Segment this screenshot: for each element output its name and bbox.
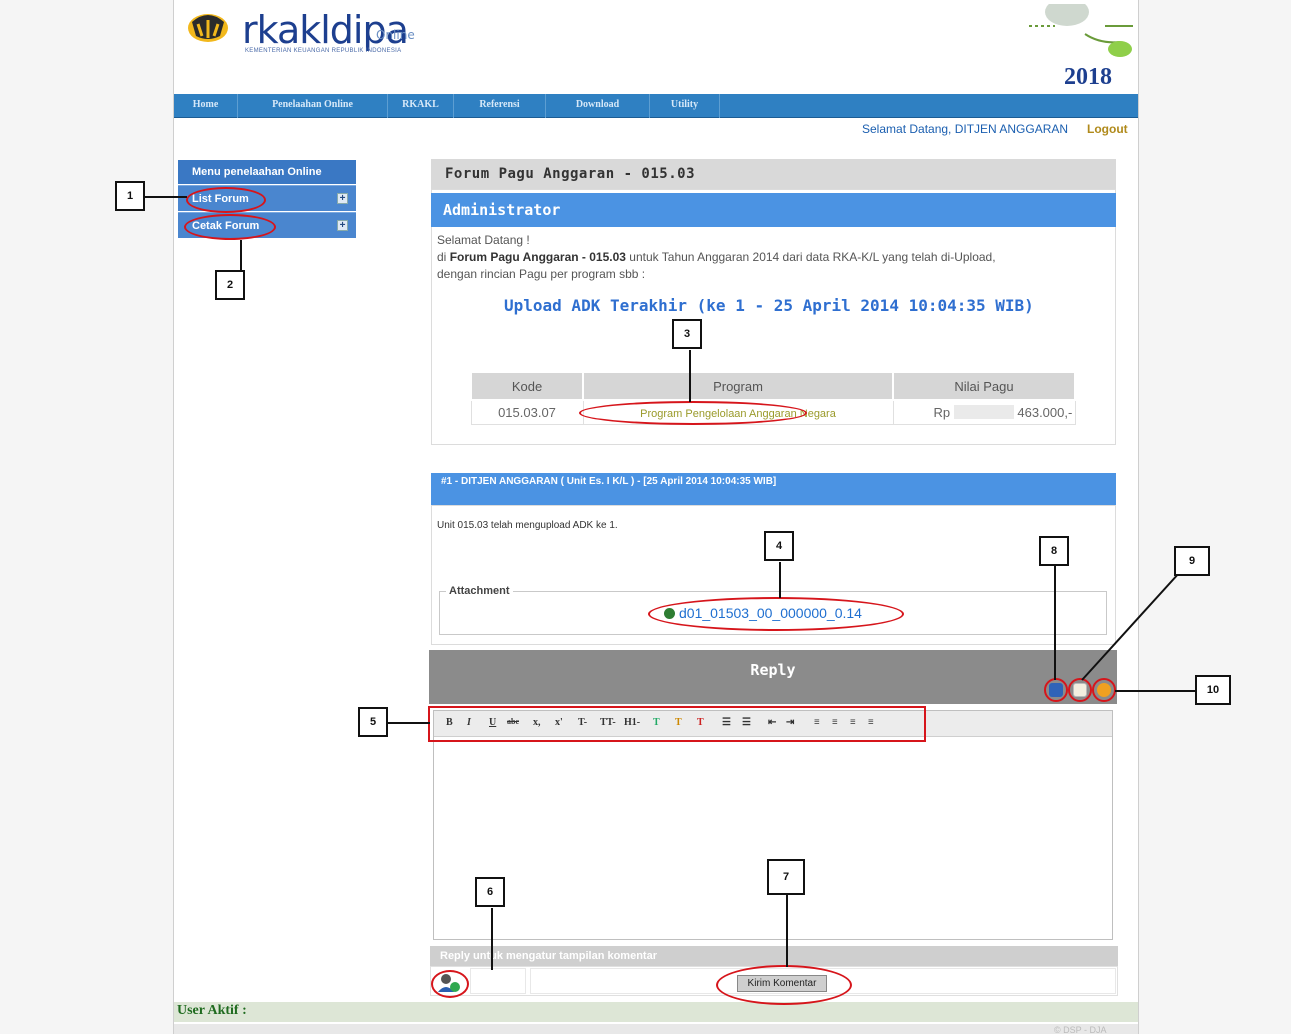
callout-3: 3	[672, 319, 702, 349]
intro-rest: untuk Tahun Anggaran 2014 dari data RKA-…	[629, 250, 996, 264]
cell-nilai: Rp 463.000,-	[892, 399, 1076, 425]
cell-kode: 015.03.07	[470, 399, 584, 425]
administrator-bar: Administrator	[431, 193, 1116, 227]
highlight-rect-toolbar	[428, 706, 926, 742]
callout-2: 2	[215, 270, 245, 300]
reply-hint: Reply untuk mengatur tampilan komentar	[430, 946, 1118, 966]
reply-editor: B I U abc x, x' T- TT- H1- T T T ☰ ☰ ⇤ ⇥…	[433, 710, 1113, 940]
highlight-ellipse-list-forum	[186, 187, 266, 213]
reply-cell	[470, 968, 526, 994]
callout-line-6	[491, 908, 493, 970]
highlight-ellipse-8	[1044, 678, 1068, 702]
post-body: Unit 015.03 telah mengupload ADK ke 1.	[437, 520, 618, 531]
callout-9: 9	[1174, 546, 1210, 576]
col-nilai-pagu: Nilai Pagu	[892, 371, 1076, 401]
globe-mouse-graphic	[1029, 4, 1133, 57]
callout-6: 6	[475, 877, 505, 907]
menu-title: Menu penelaahan Online	[178, 160, 356, 184]
callout-line-7	[786, 893, 788, 967]
nilai-prefix: Rp	[933, 404, 951, 420]
attachment-legend: Attachment	[446, 585, 513, 597]
callout-line-2	[240, 240, 242, 270]
expand-plus-icon[interactable]: +	[337, 193, 348, 204]
ministry-emblem-icon	[188, 14, 228, 42]
intro-line2: di Forum Pagu Anggaran - 015.03 untuk Ta…	[437, 249, 1107, 266]
highlight-ellipse-avatar	[431, 970, 469, 998]
callout-7: 7	[767, 859, 805, 895]
expand-plus-icon[interactable]: +	[337, 220, 348, 231]
callout-5: 5	[358, 707, 388, 737]
year-label: 2018	[1064, 64, 1112, 90]
callout-line-3	[689, 350, 691, 402]
highlight-ellipse-cetak-forum	[184, 214, 276, 240]
col-kode: Kode	[470, 371, 584, 401]
reply-header: Reply	[429, 650, 1117, 704]
callout-4: 4	[764, 531, 794, 561]
callout-1: 1	[115, 181, 145, 211]
user-aktif-bar	[174, 1002, 1138, 1022]
nav-home[interactable]: Home	[174, 94, 238, 118]
highlight-ellipse-program	[579, 401, 807, 425]
intro-forum-name: Forum Pagu Anggaran - 015.03	[449, 250, 626, 264]
nav-penelaahan-online[interactable]: Penelaahan Online	[238, 94, 388, 118]
upload-adk-title: Upload ADK Terakhir (ke 1 - 25 April 201…	[504, 296, 1034, 315]
intro-greeting: Selamat Datang !	[437, 233, 530, 247]
callout-line-8	[1054, 566, 1056, 680]
reply-title: Reply	[750, 661, 796, 679]
welcome-text: Selamat Datang, DITJEN ANGGARAN	[862, 122, 1069, 136]
top-navbar: Home Penelaahan Online RKAKL Referensi D…	[174, 94, 1138, 118]
highlight-ellipse-10	[1092, 678, 1116, 702]
callout-line-10	[1115, 690, 1195, 692]
logo-subtitle: KEMENTERIAN KEUANGAN REPUBLIK INDONESIA	[245, 48, 402, 54]
intro-line3: dengan rincian Pagu per program sbb :	[437, 267, 646, 281]
nilai-value: 463.000,-	[1017, 404, 1073, 420]
user-aktif-label: User Aktif :	[177, 1003, 247, 1018]
highlight-ellipse-kirim	[716, 965, 852, 1005]
reply-text-area[interactable]	[434, 737, 1112, 939]
footer-strip	[174, 1024, 1138, 1034]
logo-online: Online	[376, 28, 415, 42]
col-program: Program	[582, 371, 894, 401]
footer-copyright: © DSP - DJA	[1054, 1025, 1107, 1034]
forum-intro: Selamat Datang ! di Forum Pagu Anggaran …	[437, 232, 1107, 283]
nav-download[interactable]: Download	[546, 94, 650, 118]
post-header: #1 - DITJEN ANGGARAN ( Unit Es. I K/L ) …	[431, 473, 1116, 505]
intro-prefix: di	[437, 250, 447, 264]
redacted-value	[953, 404, 1014, 419]
logout-link[interactable]: Logout	[1087, 122, 1128, 136]
highlight-ellipse-attachment	[648, 597, 904, 631]
callout-line-5	[388, 722, 430, 724]
callout-10: 10	[1195, 675, 1231, 705]
nav-rkakl[interactable]: RKAKL	[388, 94, 454, 118]
callout-line-4	[779, 562, 781, 598]
forum-title: Forum Pagu Anggaran - 015.03	[431, 159, 1116, 189]
callout-8: 8	[1039, 536, 1069, 566]
nav-utility[interactable]: Utility	[650, 94, 720, 118]
highlight-ellipse-9	[1068, 678, 1092, 702]
nav-referensi[interactable]: Referensi	[454, 94, 546, 118]
callout-line-1	[145, 196, 187, 198]
